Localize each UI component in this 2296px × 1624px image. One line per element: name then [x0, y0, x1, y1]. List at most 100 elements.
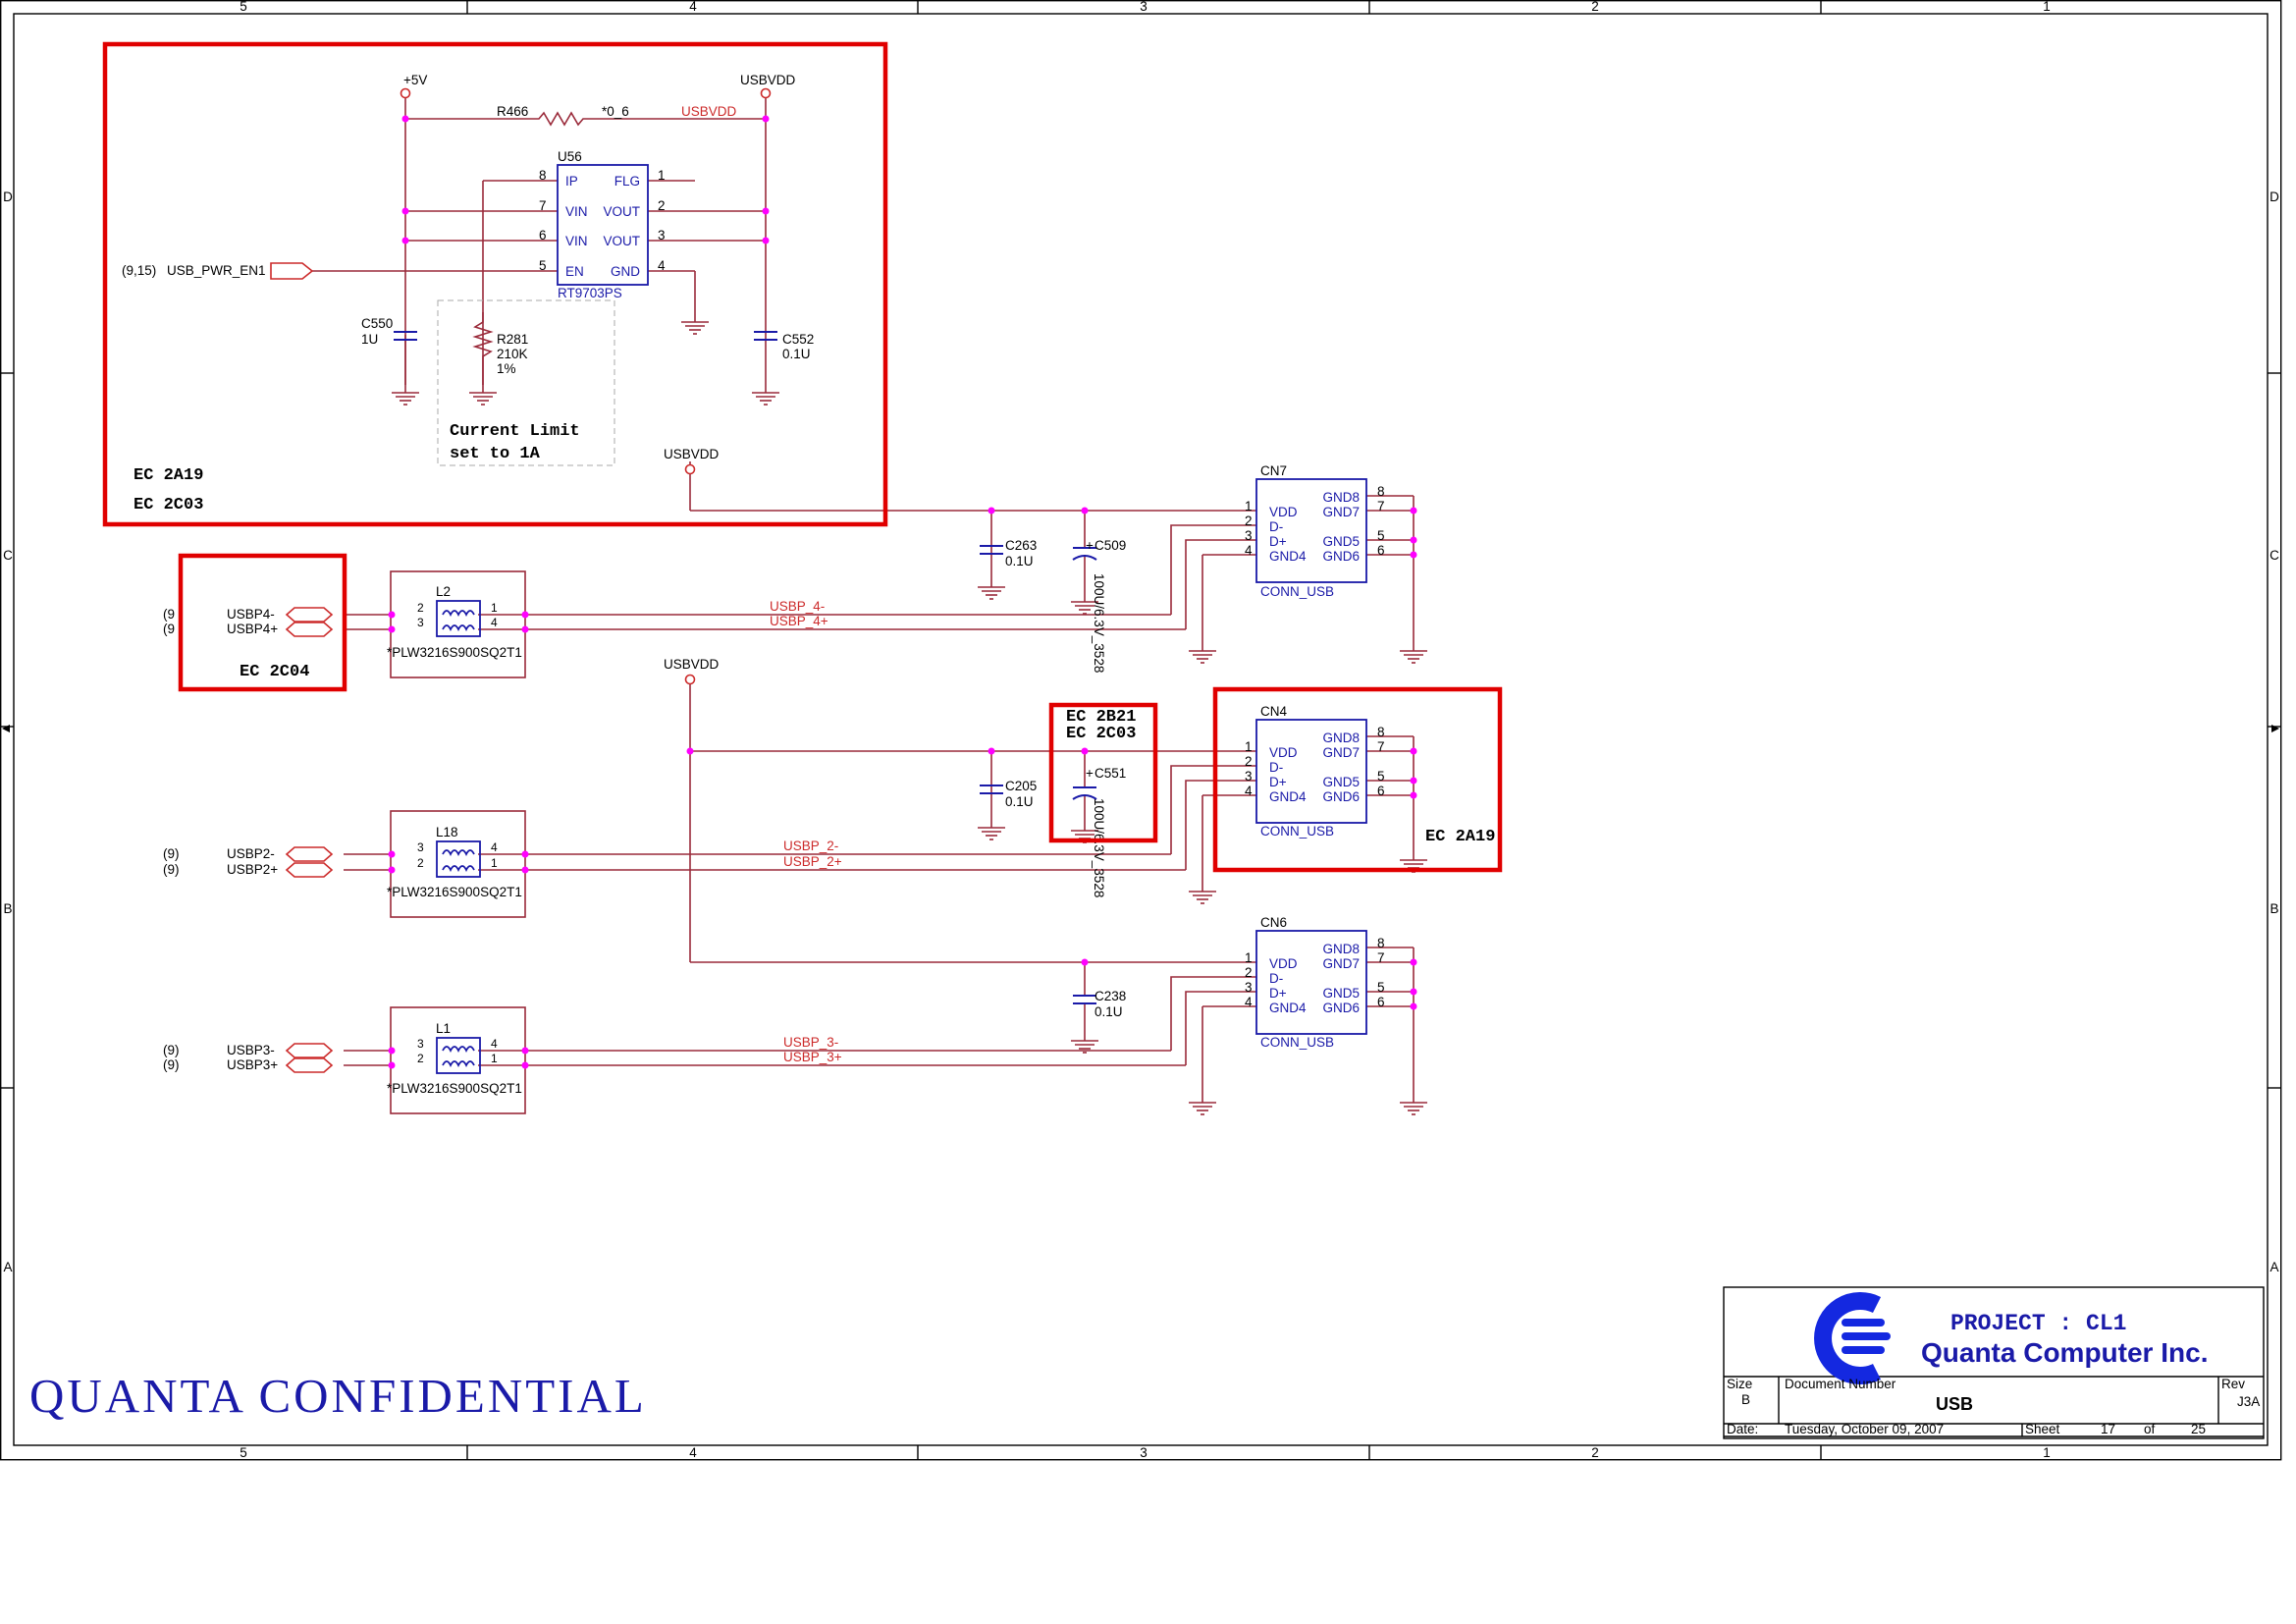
usbp3-minus-wire-label: USBP_3-: [783, 1035, 838, 1050]
cn7-pin-name: GND6: [1322, 549, 1360, 564]
sheet-label: Sheet: [2025, 1422, 2060, 1436]
r466-ref: R466: [497, 104, 528, 119]
size-value: B: [1741, 1392, 1750, 1407]
border-col-2-bottom: 2: [1591, 1445, 1599, 1460]
usbp3-plus-label: USBP3+: [227, 1057, 278, 1072]
l2-common-mode-choke-icon: [436, 600, 481, 637]
cn7-pin-num: 6: [1377, 543, 1385, 558]
cn4-pin-num: 4: [1245, 784, 1253, 798]
cn6-pin-num: 2: [1245, 965, 1253, 980]
usbp4-minus-label: USBP4-: [227, 607, 275, 622]
border-row-d-left: D: [3, 189, 13, 204]
cn6-pin-num: 7: [1377, 950, 1385, 965]
center-arrow-left-icon: [2, 725, 10, 732]
c238-ref: C238: [1095, 989, 1126, 1003]
c509-value: 100U/6.3V_3528: [1092, 573, 1106, 673]
schematic-sheet: 5 4 3 2 1 5 4 3 2 1 D C B A D C B A +5V …: [0, 0, 2282, 1461]
cn6-pin-name: GND5: [1322, 986, 1360, 1001]
project-name: PROJECT : CL1: [1950, 1311, 2126, 1336]
enable-net-label: USB_PWR_EN1: [167, 263, 266, 278]
c238-value: 0.1U: [1095, 1004, 1123, 1019]
c552-value: 0.1U: [782, 347, 811, 361]
cn6-pin-name: D-: [1269, 971, 1283, 986]
c550-value: 1U: [361, 332, 378, 347]
ec-note-2c04: EC 2C04: [240, 663, 309, 681]
cn7-pin-num: 1: [1245, 499, 1253, 514]
u56-pin-num: 1: [658, 168, 666, 183]
ec-note-2a19: EC 2A19: [133, 466, 203, 485]
cn6-pin-num: 3: [1245, 980, 1253, 995]
ground-icon: [977, 578, 1006, 600]
cn6-pin-name: GND8: [1322, 942, 1360, 956]
cn6-pin-name: GND4: [1269, 1001, 1307, 1015]
cn4-pin-name: D-: [1269, 760, 1283, 775]
enable-net-ref: (9,15): [122, 263, 156, 278]
ground-icon: [1188, 883, 1217, 904]
current-limit-note-line1: Current Limit: [450, 422, 580, 441]
ground-icon: [977, 819, 1006, 840]
ground-icon: [468, 384, 498, 406]
cn7-part: CONN_USB: [1260, 584, 1334, 599]
r281-ref: R281: [497, 332, 528, 347]
date-label: Date:: [1727, 1422, 1758, 1436]
l2-pin-num: 1: [491, 601, 498, 615]
l2-choke-outline: [390, 570, 526, 678]
r281-tolerance: 1%: [497, 361, 516, 376]
u56-pin-name-vin: VIN: [565, 204, 588, 219]
usbvdd-rail-icon: [760, 87, 772, 99]
c238-capacitor-icon: [1073, 995, 1096, 1004]
cn7-ref: CN7: [1260, 463, 1287, 478]
cn4-pin-name: VDD: [1269, 745, 1298, 760]
border-col-1-top: 1: [2043, 0, 2051, 14]
u56-pin-num: 4: [658, 258, 666, 273]
cn4-pin-num: 7: [1377, 739, 1385, 754]
c551-plus: +: [1086, 766, 1094, 781]
border-col-5-bottom: 5: [240, 1445, 247, 1460]
c205-ref: C205: [1005, 779, 1037, 793]
rev-label: Rev: [2221, 1377, 2245, 1391]
l18-pin-num: 4: [491, 840, 498, 854]
l1-choke-outline: [390, 1006, 526, 1114]
current-limit-note-line2: set to 1A: [450, 445, 541, 463]
u56-pin-num: 2: [658, 198, 666, 213]
c550-ref: C550: [361, 316, 393, 331]
border-row-a-right: A: [2269, 1260, 2278, 1274]
u56-pin-name-en: EN: [565, 264, 584, 279]
cn7-pin-num: 8: [1377, 484, 1385, 499]
l18-pin-num: 1: [491, 856, 498, 870]
cn7-pin-name: GND7: [1322, 505, 1360, 519]
usbvdd-rail-label: USBVDD: [664, 447, 720, 461]
usbp3-minus-label: USBP3-: [227, 1043, 275, 1057]
usbp2-minus-port-icon: [285, 846, 334, 862]
l1-pin-num: 1: [491, 1052, 498, 1065]
usbp4-plus-port-icon: [285, 622, 334, 637]
sheet-total: 25: [2191, 1422, 2206, 1436]
usbp2-plus-label: USBP2+: [227, 862, 278, 877]
cn4-pin-num: 6: [1377, 784, 1385, 798]
ground-icon: [1070, 1032, 1099, 1054]
usbp3-minus-port-icon: [285, 1043, 334, 1058]
l2-ref: L2: [436, 584, 451, 599]
usbvdd-rail-icon: [684, 463, 696, 475]
usbp2-plus-ref: (9): [163, 862, 180, 877]
usbp4-minus-ref: (9: [163, 607, 175, 622]
cn4-pin-num: 3: [1245, 769, 1253, 784]
cn4-pin-num: 5: [1377, 769, 1385, 784]
usbp3-minus-ref: (9): [163, 1043, 180, 1057]
c205-value: 0.1U: [1005, 794, 1034, 809]
usbp4-plus-ref: (9: [163, 622, 175, 636]
u56-ref: U56: [558, 149, 582, 164]
border-row-b-right: B: [2269, 901, 2278, 916]
u56-pin-name-vin: VIN: [565, 234, 588, 248]
cn4-pin-name: GND8: [1322, 731, 1360, 745]
ground-icon: [1399, 642, 1428, 664]
border-col-4-bottom: 4: [689, 1445, 697, 1460]
5v-rail-icon: [400, 87, 411, 99]
cn6-pin-num: 4: [1245, 995, 1253, 1009]
cn7-pin-num: 4: [1245, 543, 1253, 558]
title-block: PROJECT : CL1 Quanta Computer Inc. Size …: [1723, 1286, 2265, 1439]
c552-ref: C552: [782, 332, 814, 347]
l1-ref: L1: [436, 1021, 451, 1036]
cn7-pin-name: VDD: [1269, 505, 1298, 519]
company-name: Quanta Computer Inc.: [1921, 1337, 2208, 1368]
